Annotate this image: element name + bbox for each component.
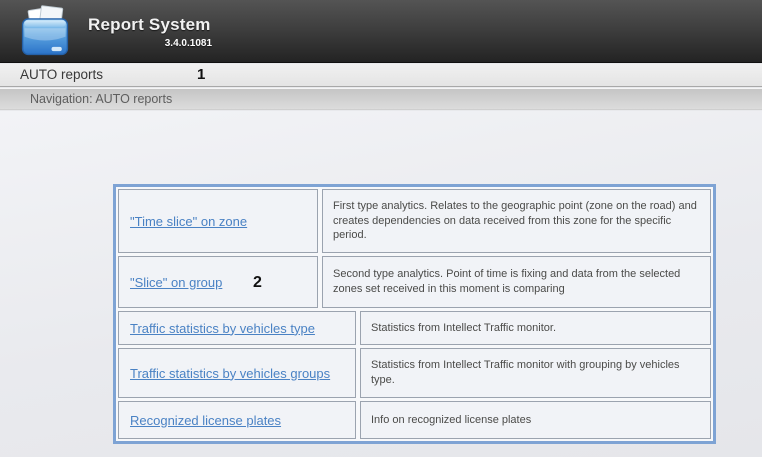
report-link-cell: "Slice" on group	[118, 256, 318, 308]
report-description: Info on recognized license plates	[360, 401, 711, 439]
app-header: Report System 3.4.0.1081	[0, 0, 762, 63]
report-link-slice-on-group[interactable]: "Slice" on group	[130, 275, 222, 290]
report-description: Statistics from Intellect Traffic monito…	[360, 311, 711, 345]
app-title: Report System	[88, 15, 214, 35]
report-description: Second type analytics. Point of time is …	[322, 256, 711, 308]
title-block: Report System 3.4.0.1081	[88, 15, 214, 49]
report-link-cell: Traffic statistics by vehicles type	[118, 311, 356, 345]
breadcrumb-bar: Navigation: AUTO reports	[0, 88, 762, 110]
report-link-recognized-license-plates[interactable]: Recognized license plates	[130, 413, 281, 428]
table-row: Traffic statistics by vehicles type Stat…	[118, 311, 711, 345]
breadcrumb: Navigation: AUTO reports	[30, 89, 172, 110]
report-description: Statistics from Intellect Traffic monito…	[360, 348, 711, 398]
table-row: "Time slice" on zone First type analytic…	[118, 189, 711, 253]
reports-table: "Time slice" on zone First type analytic…	[113, 184, 716, 444]
callout-2: 2	[253, 274, 262, 292]
report-link-traffic-statistics-by-vehicles-groups[interactable]: Traffic statistics by vehicles groups	[130, 366, 330, 381]
report-link-cell: Recognized license plates	[118, 401, 356, 439]
menubar: AUTO reports 1	[0, 64, 762, 87]
callout-1: 1	[197, 66, 205, 83]
report-link-cell: "Time slice" on zone	[118, 189, 318, 253]
report-link-traffic-statistics-by-vehicles-type[interactable]: Traffic statistics by vehicles type	[130, 321, 315, 336]
report-link-cell: Traffic statistics by vehicles groups	[118, 348, 356, 398]
table-row: "Slice" on group Second type analytics. …	[118, 256, 711, 308]
content-area: "Time slice" on zone First type analytic…	[0, 111, 762, 457]
table-row: Recognized license plates Info on recogn…	[118, 401, 711, 439]
report-description: First type analytics. Relates to the geo…	[322, 189, 711, 253]
report-link-time-slice-on-zone[interactable]: "Time slice" on zone	[130, 214, 247, 229]
table-row: Traffic statistics by vehicles groups St…	[118, 348, 711, 398]
app-version: 3.4.0.1081	[88, 38, 214, 49]
report-folder-icon	[17, 5, 73, 59]
menu-item-auto-reports[interactable]: AUTO reports	[20, 64, 103, 86]
